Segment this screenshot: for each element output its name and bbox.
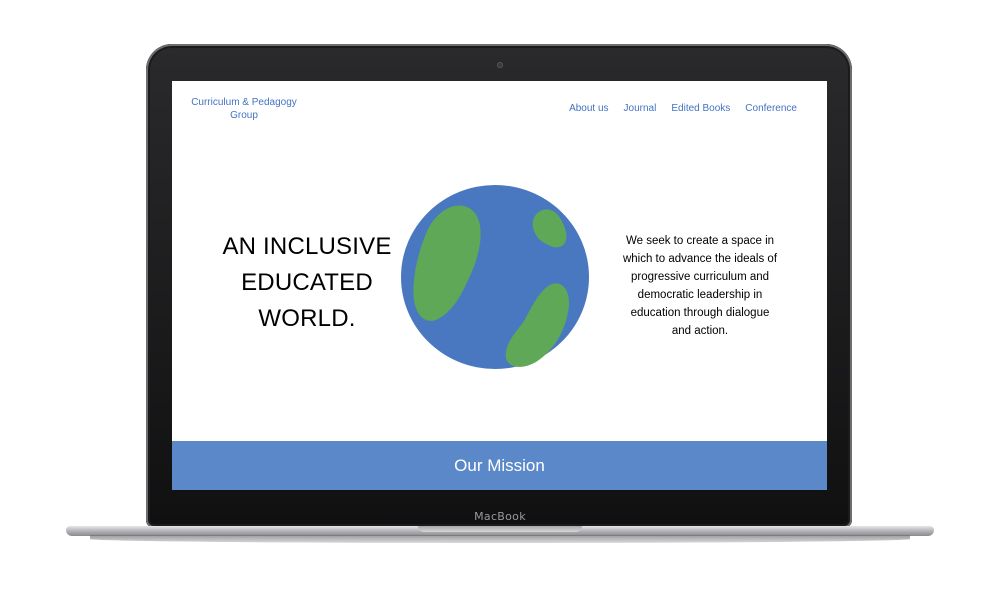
nav-about-us[interactable]: About us bbox=[569, 103, 608, 114]
laptop-notch bbox=[418, 526, 582, 532]
camera-icon bbox=[497, 62, 503, 68]
device-label: MacBook bbox=[474, 510, 526, 523]
globe-icon bbox=[401, 185, 589, 369]
nav-conference[interactable]: Conference bbox=[745, 103, 797, 114]
browser-viewport: Curriculum & Pedagogy Group About us Jou… bbox=[172, 81, 827, 490]
nav-edited-books[interactable]: Edited Books bbox=[671, 103, 730, 114]
our-mission-heading: Our Mission bbox=[454, 455, 545, 475]
site-brand[interactable]: Curriculum & Pedagogy Group bbox=[184, 96, 304, 122]
laptop-mockup: MacBook Curriculum & Pedagogy Group Abou… bbox=[0, 0, 1000, 600]
laptop-base-shadow bbox=[90, 535, 910, 543]
hero-headline: AN INCLUSIVE EDUCATED WORLD. bbox=[222, 233, 392, 332]
hero-description: We seek to create a space in which to ad… bbox=[622, 235, 778, 337]
nav-journal[interactable]: Journal bbox=[624, 103, 657, 114]
our-mission-section[interactable]: Our Mission bbox=[172, 441, 827, 490]
main-nav: About us Journal Edited Books Conference bbox=[569, 103, 797, 114]
